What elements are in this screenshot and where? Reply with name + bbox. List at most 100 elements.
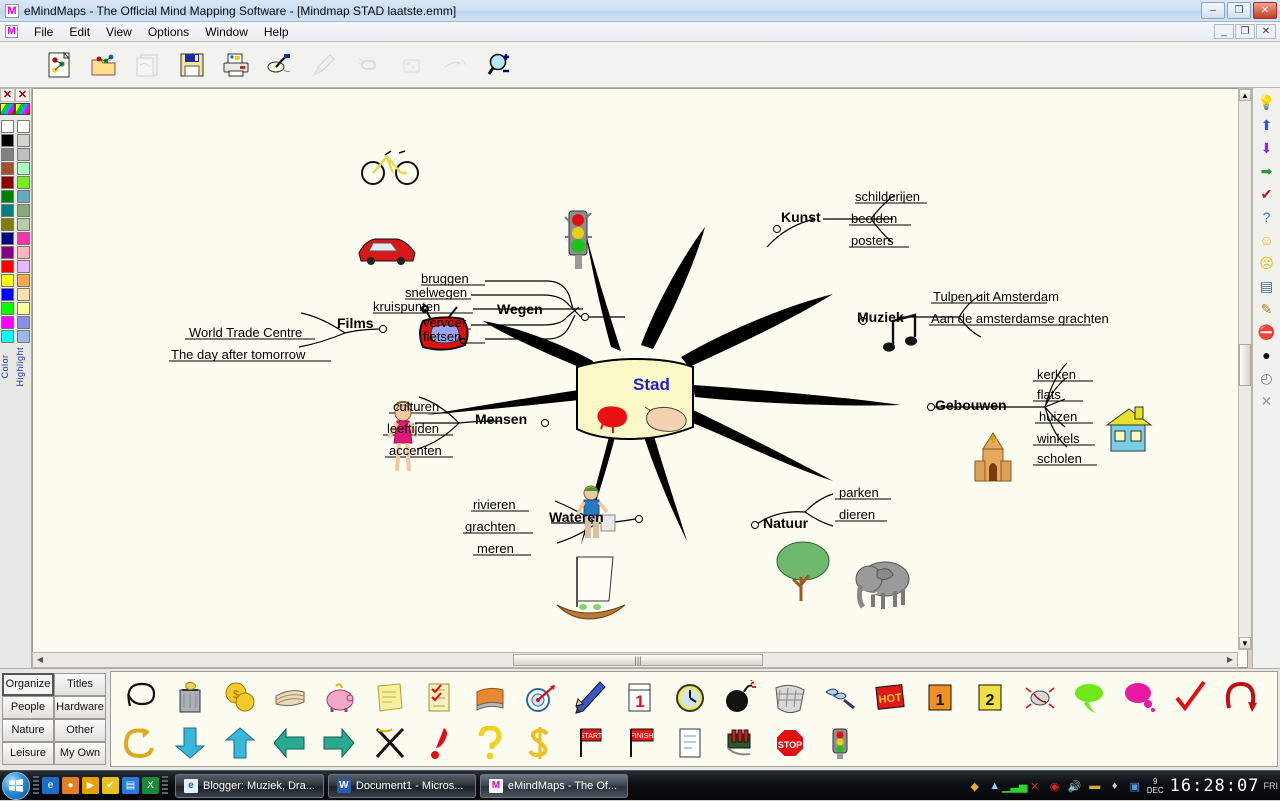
color-swatch-0[interactable] [1,120,14,133]
clip-net-icon[interactable] [765,674,815,720]
color-swatch-4[interactable] [1,176,14,189]
doc-restore-button[interactable]: ❐ [1235,24,1255,39]
clip-screws-icon[interactable] [815,674,865,720]
highlight-swatch-13[interactable] [16,302,30,315]
clip-arrow-left-green-icon[interactable] [265,720,315,766]
checkmark-icon[interactable]: ✔ [1256,183,1278,205]
network-people-icon[interactable]: ▲ [987,778,1003,794]
clip-undo-arrow-icon[interactable] [1215,674,1265,720]
color-swatch-3[interactable] [1,162,14,175]
category-my-own[interactable]: My Own [54,742,106,765]
clip-cross-out-icon[interactable] [365,720,415,766]
highlight-swatch-9[interactable] [16,246,30,259]
highlight-swatch-15[interactable] [16,330,30,343]
clip-bomb-icon[interactable] [715,674,765,720]
horizontal-scroll-thumb[interactable]: ||| [513,654,763,666]
new-map-button[interactable] [38,46,82,84]
clip-clock-icon[interactable] [665,674,715,720]
mindmap-canvas[interactable]: Stad Wegen bruggen snelwegen kruispunten… [32,88,1248,668]
document-icon[interactable]: M [5,25,18,38]
highlight-swatch-14[interactable] [16,316,30,329]
leaf-aan-de-amsterdamse-grachten[interactable]: Aan de amsterdamse grachten [931,311,1109,326]
clip-question-icon[interactable] [465,720,515,766]
clip-checklist-icon[interactable] [415,674,465,720]
question-mark-icon[interactable]: ? [1256,206,1278,228]
note-icon[interactable]: ▤ [1256,275,1278,297]
monitor-icon[interactable]: ▣ [1127,778,1143,794]
clip-arrow-down-blue-icon[interactable] [165,720,215,766]
color-swatch-2[interactable] [1,148,14,161]
security-shield-icon[interactable]: ◆ [967,778,983,794]
category-leisure[interactable]: Leisure [2,742,54,765]
leaf-parken[interactable]: parken [839,485,879,500]
save-button[interactable] [170,46,214,84]
vertical-scrollbar[interactable]: ▲ ▼ [1238,88,1252,650]
clip-green-bubble-icon[interactable] [1065,674,1115,720]
highlight-swatch-3[interactable] [16,162,30,175]
clip-dynamite-icon[interactable] [715,720,765,766]
leaf-leeftijden[interactable]: leeftijden [387,421,439,436]
media-player-icon[interactable]: ▶ [82,777,99,794]
leaf-accenten[interactable]: accenten [389,443,442,458]
menu-item-edit[interactable]: Edit [61,23,98,41]
leaf-grachten[interactable]: grachten [465,519,516,534]
start-button[interactable] [2,771,30,800]
category-hardware[interactable]: Hardware [54,696,106,719]
signal-bars-icon[interactable]: ▁▃▅ [1002,778,1027,794]
taskbar-grip-2[interactable] [162,775,168,796]
leaf-vervoer[interactable]: vervoer [423,315,466,330]
clip-exclamation-icon[interactable] [415,720,465,766]
highlight-swatch-11[interactable] [16,274,30,287]
clip-start-flag-icon[interactable]: START [565,720,615,766]
color-swatch-1[interactable] [1,134,14,147]
highlight-swatch-0[interactable] [16,120,30,133]
color-swatch-5[interactable] [1,190,14,203]
highlight-rainbow-swatch[interactable] [15,103,30,115]
color-swatch-11[interactable] [1,274,14,287]
taskbar-grip[interactable] [33,775,39,796]
clip-pencil-icon[interactable] [565,674,615,720]
category-people[interactable]: People [2,696,54,719]
clip-redo-arrow-icon[interactable] [115,720,165,766]
branch-label-kunst[interactable]: Kunst [781,209,821,225]
power-plug-icon[interactable]: ♦ [1107,778,1123,794]
clip-hot-sign-icon[interactable]: HOT [865,674,915,720]
category-organize[interactable]: Organize [2,673,54,696]
branch-label-films[interactable]: Films [337,315,374,331]
leaf-snelwegen[interactable]: snelwegen [405,285,467,300]
highlight-swatch-10[interactable] [16,260,30,273]
menu-item-options[interactable]: Options [140,23,197,41]
branch-label-gebouwen[interactable]: Gebouwen [935,397,1007,413]
menu-item-view[interactable]: View [98,23,140,41]
task-button-emindmaps[interactable]: M eMindMaps - The Of... [479,773,628,798]
arrow-up-icon[interactable]: ⬆ [1256,114,1278,136]
minimize-button[interactable]: – [1201,2,1225,19]
clip-bug-icon[interactable] [1015,674,1065,720]
menu-item-window[interactable]: Window [197,23,256,41]
category-other[interactable]: Other [54,719,106,742]
horizontal-scrollbar[interactable]: ◀ ||| ▶ [32,652,1238,668]
doc-minimize-button[interactable]: _ [1214,24,1234,39]
leaf-winkels[interactable]: winkels [1037,431,1080,446]
clip-traffic-light-icon[interactable] [815,720,865,766]
leaf-tulpen-uit-amsterdam[interactable]: Tulpen uit Amsterdam [933,289,1059,304]
category-titles[interactable]: Titles [54,673,106,696]
leaf-culturen[interactable]: culturen [393,399,439,414]
leaf-flats[interactable]: flats [1037,387,1061,402]
menu-item-file[interactable]: File [26,23,61,41]
pen-icon[interactable]: ✎ [1256,298,1278,320]
clip-dartboard-icon[interactable] [515,674,565,720]
scroll-left-arrow[interactable]: ◀ [34,654,46,666]
close-button[interactable]: ✕ [1253,2,1277,19]
clip-book-icon[interactable] [465,674,515,720]
task-button-word[interactable]: W Document1 - Micros... [327,773,476,798]
leaf-meren[interactable]: meren [477,541,514,556]
arrow-down-icon[interactable]: ⬇ [1256,137,1278,159]
clip-arrow-right-green-icon[interactable] [315,720,365,766]
smiley-sad-icon[interactable]: ☹ [1256,252,1278,274]
network-error-icon[interactable]: ✕ [1027,778,1043,794]
clip-finish-flag-icon[interactable]: FINISH [615,720,665,766]
scroll-up-arrow[interactable]: ▲ [1239,89,1251,101]
branch-label-natuur[interactable]: Natuur [763,515,808,531]
clip-pink-bubble-icon[interactable] [1115,674,1165,720]
